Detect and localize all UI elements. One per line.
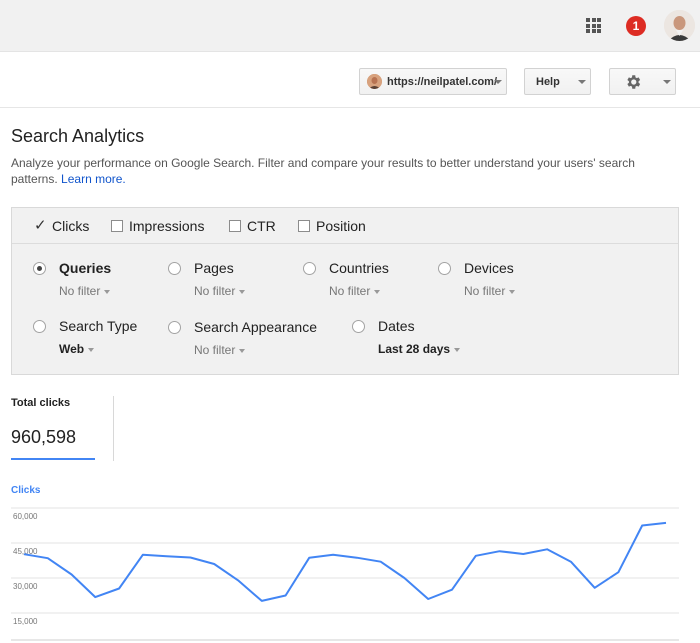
learn-more-link[interactable]: Learn more. — [61, 172, 126, 186]
notification-badge[interactable]: 1 — [626, 16, 646, 36]
dimension-search-type-filter[interactable]: Web — [59, 342, 95, 356]
page-title: Search Analytics — [11, 126, 145, 146]
settings-button[interactable] — [609, 68, 676, 95]
radio-selected-icon — [33, 262, 46, 275]
metric-impressions-label: Impressions — [129, 218, 205, 234]
total-clicks-label: Total clicks — [11, 397, 71, 409]
chart-y-tick-label: 15,000 — [13, 617, 38, 626]
dimension-queries-label: Queries — [59, 260, 112, 276]
gear-icon — [627, 75, 641, 89]
radio-icon — [303, 262, 316, 275]
dimension-queries-filter[interactable]: No filter — [59, 284, 111, 298]
chart-y-tick-label: 30,000 — [13, 582, 38, 591]
dimension-dates[interactable]: Dates Last 28 days — [352, 318, 492, 358]
dimension-dates-label: Dates — [378, 318, 415, 334]
chart-y-tick-label: 60,000 — [13, 512, 38, 521]
filter-value: No filter — [194, 284, 236, 298]
dimension-pages-filter[interactable]: No filter — [194, 284, 246, 298]
dimension-devices-label: Devices — [464, 260, 514, 276]
top-bar: 1 — [0, 0, 700, 52]
metric-position-label: Position — [316, 218, 366, 234]
site-favicon-icon — [367, 74, 382, 89]
caret-down-icon — [239, 348, 246, 353]
dimension-countries-filter[interactable]: No filter — [329, 284, 381, 298]
clicks-line-chart: 60,00045,00030,00015,000 — [11, 507, 679, 641]
filter-value: Web — [59, 342, 85, 356]
radio-icon — [438, 262, 451, 275]
dimension-countries[interactable]: Countries No filter — [303, 260, 423, 300]
chevron-down-icon — [663, 80, 671, 84]
dimension-pages-label: Pages — [194, 260, 234, 276]
caret-down-icon — [239, 289, 246, 294]
radio-icon — [33, 320, 46, 333]
avatar-face-icon — [664, 10, 695, 41]
dimension-devices[interactable]: Devices No filter — [438, 260, 558, 300]
site-selector-button[interactable]: https://neilpatel.com/ — [359, 68, 507, 95]
caret-down-icon — [104, 289, 111, 294]
caret-down-icon — [454, 347, 461, 352]
checkbox-icon — [111, 220, 123, 232]
caret-down-icon — [374, 289, 381, 294]
chevron-down-icon — [578, 80, 586, 84]
dimension-queries[interactable]: Queries No filter — [33, 260, 153, 300]
radio-icon — [168, 262, 181, 275]
dimension-search-appearance-filter[interactable]: No filter — [194, 343, 246, 357]
dimension-pages[interactable]: Pages No filter — [168, 260, 288, 300]
dimension-countries-label: Countries — [329, 260, 389, 276]
caret-down-icon — [509, 289, 516, 294]
help-button[interactable]: Help — [524, 68, 591, 95]
dimension-search-type-label: Search Type — [59, 318, 138, 334]
dimension-search-appearance-label: Search Appearance — [194, 319, 317, 335]
dimension-search-appearance[interactable]: Search Appearance No filter — [168, 319, 328, 359]
checkbox-icon — [229, 220, 241, 232]
filter-value: No filter — [59, 284, 101, 298]
page-description: Analyze your performance on Google Searc… — [11, 155, 671, 187]
chart-series-clicks — [23, 521, 667, 602]
radio-icon — [352, 320, 365, 333]
caret-down-icon — [88, 347, 95, 352]
dimension-search-type[interactable]: Search Type Web — [33, 318, 153, 358]
radio-icon — [168, 321, 181, 334]
toolbar-divider — [0, 107, 700, 108]
total-clicks-underline — [11, 458, 95, 460]
filter-value: Last 28 days — [378, 342, 451, 356]
metrics-row: ✓ Clicks Impressions CTR Position — [12, 208, 678, 244]
filter-value: No filter — [329, 284, 371, 298]
metric-ctr-label: CTR — [247, 218, 276, 234]
filter-value: No filter — [464, 284, 506, 298]
site-selector-label: https://neilpatel.com/ — [387, 76, 498, 88]
apps-grid-icon[interactable] — [586, 18, 601, 33]
dimension-dates-filter[interactable]: Last 28 days — [378, 342, 461, 356]
user-avatar[interactable] — [664, 10, 695, 41]
dimension-devices-filter[interactable]: No filter — [464, 284, 516, 298]
checkbox-icon — [298, 220, 310, 232]
total-clicks-value: 960,598 — [11, 427, 77, 447]
checkmark-icon: ✓ — [34, 217, 47, 234]
metric-clicks-label: Clicks — [52, 218, 90, 234]
help-label: Help — [536, 76, 560, 88]
filter-panel: ✓ Clicks Impressions CTR Position Querie… — [11, 207, 679, 375]
totals-divider — [113, 396, 114, 461]
filter-value: No filter — [194, 343, 236, 357]
chevron-down-icon — [494, 80, 502, 84]
